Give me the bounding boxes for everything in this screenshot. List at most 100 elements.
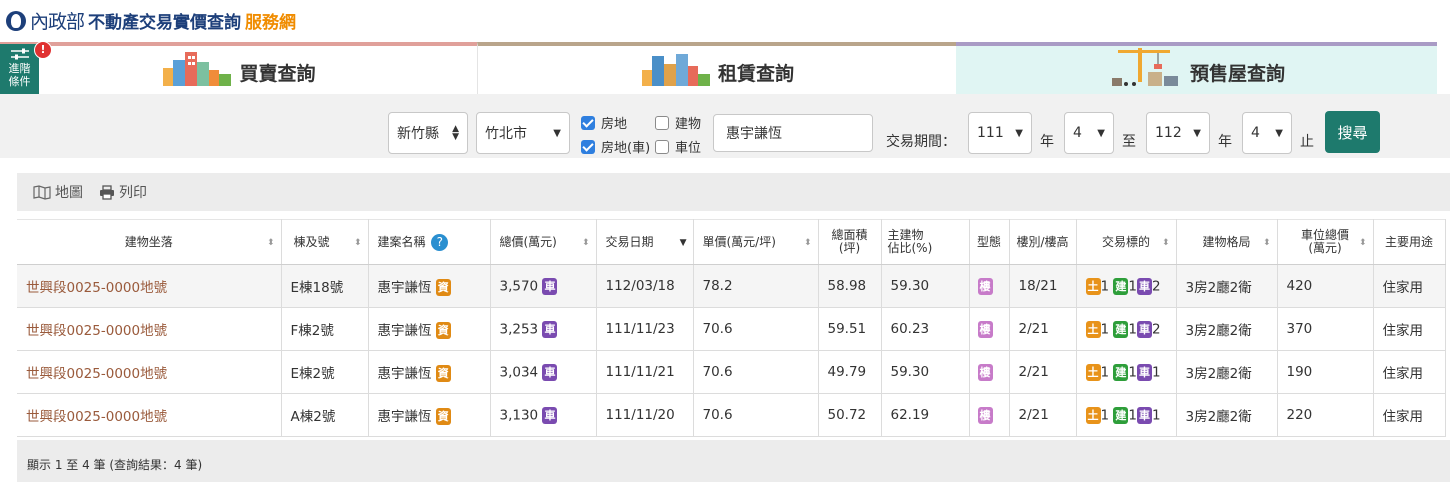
chevron-down-icon: ▼ [1015, 127, 1023, 139]
parking-tag-icon: 車 [1136, 406, 1152, 424]
info-tag-icon[interactable]: 資 [435, 408, 451, 426]
table-row[interactable]: 世興段0025-0000地號 A棟2號 惠宇謙恆 資 3,130 車 111/11/20… [17, 393, 1446, 437]
cell-usage: 住家用 [1373, 393, 1446, 437]
cell-project: 惠宇謙恆 資 [368, 307, 491, 351]
checkbox-parking[interactable]: 車位 [655, 137, 701, 156]
checkbox-checked-icon [581, 139, 595, 154]
col-header-target[interactable]: 交易標的 ⬍ [1076, 219, 1177, 265]
car-tag-icon: 車 [542, 363, 558, 381]
map-button[interactable]: 地圖 [33, 182, 83, 202]
tab-presale-label: 預售屋查詢 [1189, 63, 1285, 85]
car-tag-icon: 車 [542, 406, 558, 424]
cell-project: 惠宇謙恆 資 [368, 264, 491, 308]
result-toolbar: 地圖 列印 [17, 173, 1450, 211]
cell-usage: 住家用 [1373, 307, 1446, 351]
print-label: 列印 [119, 185, 147, 201]
cell-address[interactable]: 世興段0025-0000地號 [17, 307, 282, 351]
print-button[interactable]: 列印 [99, 182, 147, 202]
land-tag-icon: 土 [1085, 363, 1101, 381]
cell-parking-price: 220 [1277, 393, 1374, 437]
cell-layout: 3房2廳2衛 [1176, 307, 1278, 351]
cell-type: 樓 [969, 307, 1010, 351]
cell-unit: E棟18號 [281, 264, 369, 308]
advanced-filter-button[interactable]: 進階 條件 [0, 44, 39, 99]
site-logo[interactable]: 內政部 不動產交易實價查詢 服務網 [6, 7, 296, 34]
construction-crane-icon [1108, 46, 1184, 86]
table-row[interactable]: 世興段0025-0000地號 F棟2號 惠宇謙恆 資 3,253 車 111/11/23… [17, 307, 1446, 351]
search-button[interactable]: 搜尋 [1325, 111, 1380, 153]
city-value: 竹北市 [485, 126, 527, 142]
cell-area: 49.79 [818, 350, 882, 394]
sort-icon: ⬍ [266, 238, 275, 248]
checkbox-land-house-parking[interactable]: 房地(車) [581, 137, 650, 156]
sliders-icon [10, 48, 29, 60]
cell-address[interactable]: 世興段0025-0000地號 [17, 393, 282, 437]
cell-total-price: 3,253 車 [490, 307, 597, 351]
col-header-main-ratio[interactable]: 主建物 佔比(%) [881, 219, 970, 265]
checkbox-label: 房地 [601, 117, 628, 132]
cell-type: 樓 [969, 350, 1010, 394]
col-header-floor[interactable]: 樓別/樓高 [1009, 219, 1077, 265]
table-row[interactable]: 世興段0025-0000地號 E棟18號 惠宇謙恆 資 3,570 車 112/03/1… [17, 264, 1446, 308]
cell-main-ratio: 59.30 [881, 350, 970, 394]
ministry-emblem-icon [6, 10, 26, 31]
col-header-total-price[interactable]: 總價(萬元) ⬍ [490, 219, 597, 265]
col-header-area[interactable]: 總面積 (坪) [818, 219, 882, 265]
cell-unit-price: 70.6 [693, 307, 819, 351]
cell-target: 土1 建1車1 [1076, 393, 1177, 437]
cell-unit-price: 70.6 [693, 393, 819, 437]
col-header-project[interactable]: 建案名稱 ? [368, 219, 491, 265]
col-header-address[interactable]: 建物坐落 ⬍ [17, 219, 282, 265]
from-year-select[interactable]: 111 ▼ [968, 112, 1032, 154]
from-month-select[interactable]: 4 ▼ [1064, 112, 1114, 154]
cell-layout: 3房2廳2衛 [1176, 350, 1278, 394]
sort-icon: ⬍ [803, 238, 812, 248]
col-header-date[interactable]: 交易日期 ▼ [596, 219, 694, 265]
table-row[interactable]: 世興段0025-0000地號 E棟2號 惠宇謙恆 資 3,034 車 111/11/21… [17, 350, 1446, 394]
col-header-layout[interactable]: 建物格局 ⬍ [1176, 219, 1278, 265]
cell-address[interactable]: 世興段0025-0000地號 [17, 350, 282, 394]
help-icon[interactable]: ? [431, 233, 449, 251]
col-header-unit-price[interactable]: 單價(萬元/坪) ⬍ [693, 219, 819, 265]
county-select[interactable]: 新竹縣 ▲ ▼ [388, 112, 468, 154]
site-title-suffix: 服務網 [245, 13, 297, 33]
building-type-tag: 樓 [977, 363, 993, 381]
cell-type: 樓 [969, 393, 1010, 437]
city-select[interactable]: 竹北市 ▼ [476, 112, 570, 154]
cell-unit: F棟2號 [281, 307, 369, 351]
cell-floor: 2/21 [1009, 350, 1077, 394]
building-type-tag: 樓 [977, 406, 993, 424]
tab-presale-query[interactable]: 預售屋查詢 [956, 42, 1437, 94]
cell-address[interactable]: 世興段0025-0000地號 [17, 264, 282, 308]
cell-layout: 3房2廳2衛 [1176, 264, 1278, 308]
checkbox-building[interactable]: 建物 [655, 113, 701, 132]
col-header-type[interactable]: 型態 [969, 219, 1010, 265]
cell-unit: A棟2號 [281, 393, 369, 437]
cell-unit-price: 78.2 [693, 264, 819, 308]
keyword-input[interactable]: 惠宇謙恆 [713, 114, 873, 152]
tab-sale-query[interactable]: 買賣查詢 [0, 42, 477, 94]
checkbox-land-house[interactable]: 房地 [581, 113, 627, 132]
to-month-select[interactable]: 4 ▼ [1242, 112, 1292, 154]
sort-icon: ⬍ [1358, 238, 1367, 248]
info-tag-icon[interactable]: 資 [435, 365, 451, 383]
result-summary: 顯示 1 至 4 筆 (查詢結果：4 筆) [27, 458, 203, 472]
chevron-down-icon: ▼ [1193, 127, 1201, 139]
col-header-parking-price[interactable]: 車位總價 (萬元) ⬍ [1277, 219, 1374, 265]
tab-rent-query[interactable]: 租賃查詢 [477, 42, 956, 94]
col-header-usage[interactable]: 主要用途 [1373, 219, 1446, 265]
cell-layout: 3房2廳2衛 [1176, 393, 1278, 437]
building-tag-icon: 建 [1113, 406, 1129, 424]
cell-floor: 2/21 [1009, 307, 1077, 351]
col-header-unit[interactable]: 棟及號 ⬍ [281, 219, 369, 265]
info-tag-icon[interactable]: 資 [435, 279, 451, 297]
cell-unit-price: 70.6 [693, 350, 819, 394]
sort-desc-icon: ▼ [679, 238, 687, 248]
cell-main-ratio: 62.19 [881, 393, 970, 437]
to-year-select[interactable]: 112 ▼ [1146, 112, 1210, 154]
sort-icon: ⬍ [1262, 238, 1271, 248]
period-label: 交易期間： [886, 134, 956, 150]
info-tag-icon[interactable]: 資 [435, 322, 451, 340]
cell-total-price: 3,570 車 [490, 264, 597, 308]
cell-unit: E棟2號 [281, 350, 369, 394]
